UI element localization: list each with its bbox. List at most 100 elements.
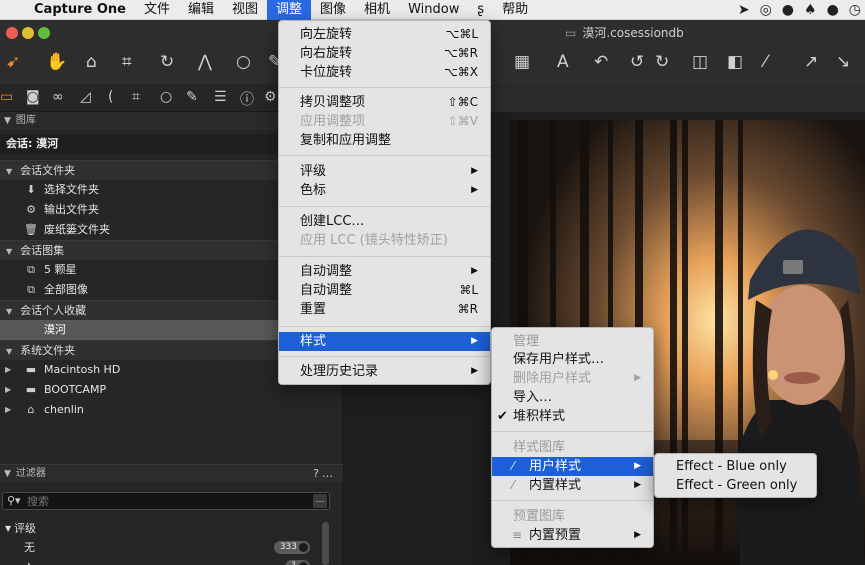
pan-tool-icon[interactable]: ✋ [46,52,67,72]
menu-reset[interactable]: 重置 ⌘R [279,300,490,319]
menu-import-style[interactable]: 导入… [492,388,653,407]
menu-copy-adjustments[interactable]: 拷贝调整项 ⇧⌘C [279,93,490,112]
circle-tool-icon[interactable]: ○ [236,52,251,72]
filter-help-button[interactable]: ? [313,465,319,483]
exposure-tab-icon[interactable]: ◿ [80,89,91,105]
menubar: Capture One 文件 编辑 视图 调整 图像 相机 Window ʂ 帮… [0,0,865,20]
menu-auto-adjust-submenu[interactable]: 自动调整 ▶ [279,262,490,281]
output-tab-icon[interactable]: ⚙ [264,89,277,105]
count-badge[interactable]: 333 [273,541,310,554]
menu-builtin-presets[interactable]: ≡ 内置预置 ▶ [492,526,653,545]
wechat-icon[interactable]: ◎ [760,2,772,18]
submenu-arrow-icon: ▶ [471,185,478,195]
rotate-right-icon[interactable]: ↻ [655,52,669,72]
script-icon[interactable]: ʂ [468,0,493,20]
composition-tab-icon[interactable]: ⌗ [132,89,140,105]
rotate-left-icon[interactable]: ↺ [630,52,644,72]
menu-window[interactable]: Window [399,0,468,20]
proof-icon[interactable]: ◧ [727,52,743,72]
gear-icon: ⚙ [26,203,36,216]
menu-separator [279,326,490,327]
rating-one-row[interactable]: ★1 [0,557,330,565]
rating-none-row[interactable]: 无 333 [0,538,330,557]
disclosure-closed-icon[interactable]: ▶ [5,360,11,380]
menu-adjust[interactable]: 调整 [267,0,312,20]
grid-view-icon[interactable]: ▦ [514,52,530,72]
info-tab-icon[interactable]: ⓘ [240,89,254,109]
filter-header[interactable]: ▼ 过滤器 ? … [0,464,343,482]
filter-search-input[interactable] [27,494,307,508]
filter-more-button[interactable]: … [322,465,333,483]
send-icon[interactable]: ➤ [738,2,750,18]
capture-tab-icon[interactable]: ◙ [26,89,40,105]
menu-auto-adjust[interactable]: 自动调整 ⌘L [279,281,490,300]
menu-user-styles[interactable]: ⁄ 用户样式 ▶ [492,457,653,476]
menu-copy-apply[interactable]: 复制和应用调整 [279,131,490,150]
menu-rotate-right[interactable]: 向右旋转 ⌥⌘R [279,44,490,63]
menu-rating[interactable]: 评级 ▶ [279,162,490,181]
disclosure-closed-icon[interactable]: ▶ [5,380,11,400]
menu-style-blue-only[interactable]: Effect - Blue only [655,457,816,476]
menu-snap-rotate[interactable]: 卡位旋转 ⌥⌘X [279,63,490,82]
menu-view[interactable]: 视图 [223,0,267,20]
time-machine-icon[interactable]: ◷ [849,2,861,18]
item-user-chenlin[interactable]: ▶ ⌂ chenlin [0,400,343,420]
menu-color-tag[interactable]: 色标 ▶ [279,181,490,200]
rating-group[interactable]: ▼ 评级 [0,519,330,538]
cursor-tool-icon[interactable]: ➹ [6,52,20,72]
library-tab-icon[interactable]: ▭ [0,89,13,105]
menu-history[interactable]: 处理历史记录 ▶ [279,362,490,381]
disclosure-closed-icon[interactable]: ▶ [5,400,11,420]
menu-app[interactable]: Capture One [30,0,135,20]
keystone-tool-icon[interactable]: ⋀ [198,52,212,72]
submenu-arrow-icon: ▶ [634,480,641,490]
window-title: ▭ 漠河.cosessiondb [565,26,684,40]
menu-stack-styles[interactable]: ✔ 堆积样式 [492,407,653,426]
checkmark-icon: ✔ [497,409,508,424]
zoom-window-button[interactable] [38,27,50,39]
qq2-icon[interactable]: ● [827,2,839,18]
minimize-window-button[interactable] [22,27,34,39]
bell-icon[interactable]: ♠ [804,2,817,18]
loupe-tool-icon[interactable]: ⌂ [86,52,97,72]
apply-adjust-icon[interactable]: ↘ [836,52,850,72]
menu-save-user-style[interactable]: 保存用户样式… [492,350,653,369]
menu-image[interactable]: 图像 [311,0,355,20]
compare-icon[interactable]: ◫ [692,52,708,72]
copy-adjust-icon[interactable]: ↗ [804,52,818,72]
style-brush-icon: ⁄ [512,478,515,492]
menu-help[interactable]: 帮助 [493,0,537,20]
rotate-tool-icon[interactable]: ↻ [160,52,174,72]
styles-submenu: 管理 保存用户样式… 删除用户样式 ▶ 导入… ✔ 堆积样式 样式图库 ⁄ 用户样式 ▶… [491,327,654,548]
count-badge[interactable]: 1 [285,560,310,565]
menu-create-lcc[interactable]: 创建LCC… [279,212,490,231]
search-icon[interactable]: ⚲▾ [7,494,21,507]
lens-tab-icon[interactable]: ( [108,89,113,105]
filter-search-field[interactable]: ⚲▾ … [2,492,330,510]
menu-styles[interactable]: 样式 ▶ [279,332,490,351]
undo-icon[interactable]: ↶ [594,52,608,72]
disclosure-open-icon: ▼ [5,524,12,533]
menu-camera[interactable]: 相机 [355,0,399,20]
color-picker-icon[interactable]: ⁄ [764,52,767,72]
qq-icon[interactable]: ● [782,2,794,18]
crop-tool-icon[interactable]: ⌗ [122,52,132,72]
menu-style-green-only[interactable]: Effect - Green only [655,476,816,495]
close-window-button[interactable] [6,27,18,39]
search-options-button[interactable]: … [313,494,327,508]
menu-file[interactable]: 文件 [135,0,179,20]
menu-rotate-left[interactable]: 向左旋转 ⌥⌘L [279,25,490,44]
menu-delete-user-style: 删除用户样式 ▶ [513,371,641,386]
metadata-tab-icon[interactable]: ☰ [214,89,227,105]
local-adjust-tab-icon[interactable]: ✎ [186,89,198,105]
color-tab-icon[interactable]: ∞ [52,89,64,105]
submenu-arrow-icon: ▶ [471,366,478,376]
menu-separator [279,206,490,207]
style-brush-icon: ⁄ [512,459,515,473]
text-tool-icon[interactable]: A [557,52,569,72]
menu-builtin-styles[interactable]: ⁄ 内置样式 ▶ [492,476,653,495]
details-tab-icon[interactable]: ○ [160,89,172,105]
menu-edit[interactable]: 编辑 [179,0,223,20]
section-styles-library: 样式图库 [513,440,566,455]
filter-scrollbar[interactable] [322,522,329,565]
